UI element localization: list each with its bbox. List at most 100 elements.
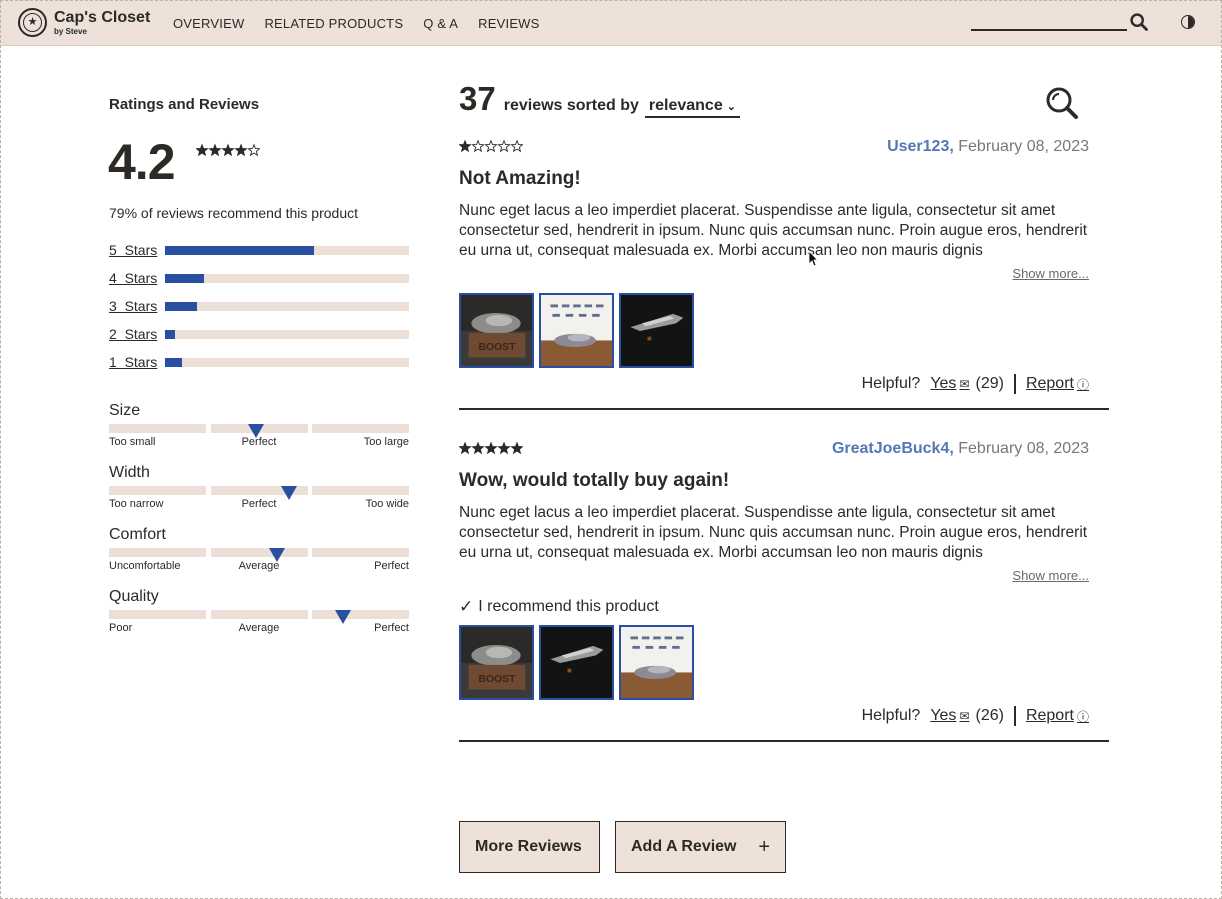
main-nav: OVERVIEW RELATED PRODUCTS Q & A REVIEWS [173,16,540,31]
divider [1013,706,1016,726]
star-filled-icon [485,442,497,454]
nav-overview[interactable]: OVERVIEW [173,16,244,31]
brand-logo[interactable]: ★ Cap's Closet by Steve [18,8,150,37]
search-icon[interactable] [1130,13,1148,31]
rating-bar-fill [165,301,197,311]
characteristic-quality: Quality Poor Average Perfect [109,588,409,636]
rating-bar-fill [165,245,314,255]
review-title: Not Amazing! [459,168,581,189]
helpful-yes-button[interactable]: Yes ✉ [930,707,969,725]
sort-dropdown[interactable]: relevance ⌄ [644,97,740,118]
helpful-yes-label: Yes [930,375,957,392]
scale-high-label: Too wide [365,498,409,510]
more-reviews-button[interactable]: More Reviews [459,821,600,873]
review-username: User123, [887,138,954,155]
review-body: Nunc eget lacus a leo imperdiet placerat… [459,202,1088,259]
helpful-yes-label: Yes [930,707,957,724]
star-filled-icon [235,144,247,156]
scale-low-label: Too small [109,436,156,448]
sorted-by-label: reviews sorted by [503,97,639,114]
dark-mode-toggle-icon[interactable] [1181,15,1195,29]
helpful-count: (29) [975,375,1004,392]
characteristic-size: Size Too small Perfect Too large [109,402,409,450]
helpful-label: Helpful? [861,707,921,724]
review-divider [459,740,1109,742]
star-filled-icon [459,442,471,454]
star-filter-row[interactable]: 2 Stars [109,320,409,348]
scale-mid-label: Average [238,560,280,572]
characteristic-scale [109,424,409,438]
review-photo-dark-sneaker[interactable] [619,293,694,368]
star-filter-row[interactable]: 3 Stars [109,292,409,320]
recommend-text: I recommend this product [478,598,659,615]
review-photos: BOOST [459,625,1109,700]
review-photos: BOOST [459,293,1109,368]
review-title: Wow, would totally buy again! [459,470,730,491]
rating-bar-track [165,301,409,311]
scale-low-label: Too narrow [109,498,164,510]
search-input[interactable] [971,29,1127,31]
show-more-link[interactable]: Show more... [459,568,1089,583]
review-photo-sneaker-wall[interactable] [539,293,614,368]
scale-high-label: Perfect [374,622,409,634]
characteristic-name: Quality [109,588,159,605]
checkmark-icon: ✓ [459,597,474,616]
nav-reviews[interactable]: REVIEWS [478,16,539,31]
scale-mid-label: Perfect [241,498,277,510]
helpful-bar: Helpful? Yes ✉ (26) Report ⓘ [459,706,1109,730]
characteristic-scale [109,610,409,624]
star-filled-icon [222,144,234,156]
star-filled-icon [196,144,208,156]
nav-q-and-a[interactable]: Q & A [423,16,458,31]
review-divider [459,408,1109,410]
plus-icon: + [758,835,770,858]
review-date: February 08, 2023 [958,440,1089,457]
nav-related-products[interactable]: RELATED PRODUCTS [264,16,403,31]
scale-high-label: Too large [363,436,409,448]
chat-bubble-icon: ✉ [959,377,970,391]
add-review-button[interactable]: Add A Review + [615,821,786,873]
report-button[interactable]: Report ⓘ [1026,375,1089,393]
helpful-yes-button[interactable]: Yes ✉ [930,375,969,393]
review-date: February 08, 2023 [958,138,1089,155]
star-filter-row[interactable]: 1 Stars [109,348,409,376]
characteristic-width: Width Too narrow Perfect Too wide [109,464,409,512]
star-filter-link[interactable]: 4 Stars [109,270,165,286]
report-button[interactable]: Report ⓘ [1026,707,1089,725]
characteristic-comfort: Comfort Uncomfortable Average Perfect [109,526,409,574]
helpful-count: (26) [975,707,1004,724]
review-photo-dark-sneaker[interactable] [539,625,614,700]
star-filter-link[interactable]: 5 Stars [109,242,165,258]
star-filter-link[interactable]: 3 Stars [109,298,165,314]
sort-value: relevance [648,97,723,114]
review-count: 37 [459,80,496,117]
star-outline-icon [510,139,523,153]
review-username: GreatJoeBuck4, [831,440,954,457]
info-icon: ⓘ [1076,377,1089,392]
star-outline-icon [497,139,511,153]
review-search-icon[interactable] [1045,86,1079,120]
info-icon: ⓘ [1076,709,1089,724]
scale-mid-label: Average [238,622,280,634]
chat-bubble-icon: ✉ [959,709,970,723]
rating-bar-fill [165,329,175,339]
star-filter-row[interactable]: 5 Stars [109,236,409,264]
top-navigation-bar: ★ Cap's Closet by Steve OVERVIEW RELATED… [0,0,1222,46]
scale-low-label: Poor [109,622,133,634]
star-filter-row[interactable]: 4 Stars [109,264,409,292]
report-label: Report [1025,707,1074,724]
review-photo-sneaker-wall[interactable] [619,625,694,700]
report-label: Report [1025,375,1074,392]
review-photo-boost-box[interactable]: BOOST [459,293,534,368]
rating-bar-track [165,245,409,255]
ratings-heading: Ratings and Reviews [109,96,260,113]
recommend-note: ✓ I recommend this product [459,597,1109,617]
star-filter-link[interactable]: 1 Stars [109,354,165,370]
mouse-cursor-icon [808,250,818,267]
review-photo-boost-box[interactable]: BOOST [459,625,534,700]
star-filter-link[interactable]: 2 Stars [109,326,165,342]
scale-high-label: Perfect [374,560,409,572]
characteristic-name: Width [109,464,150,481]
show-more-link[interactable]: Show more... [459,266,1089,281]
star-filled-icon [498,442,510,454]
